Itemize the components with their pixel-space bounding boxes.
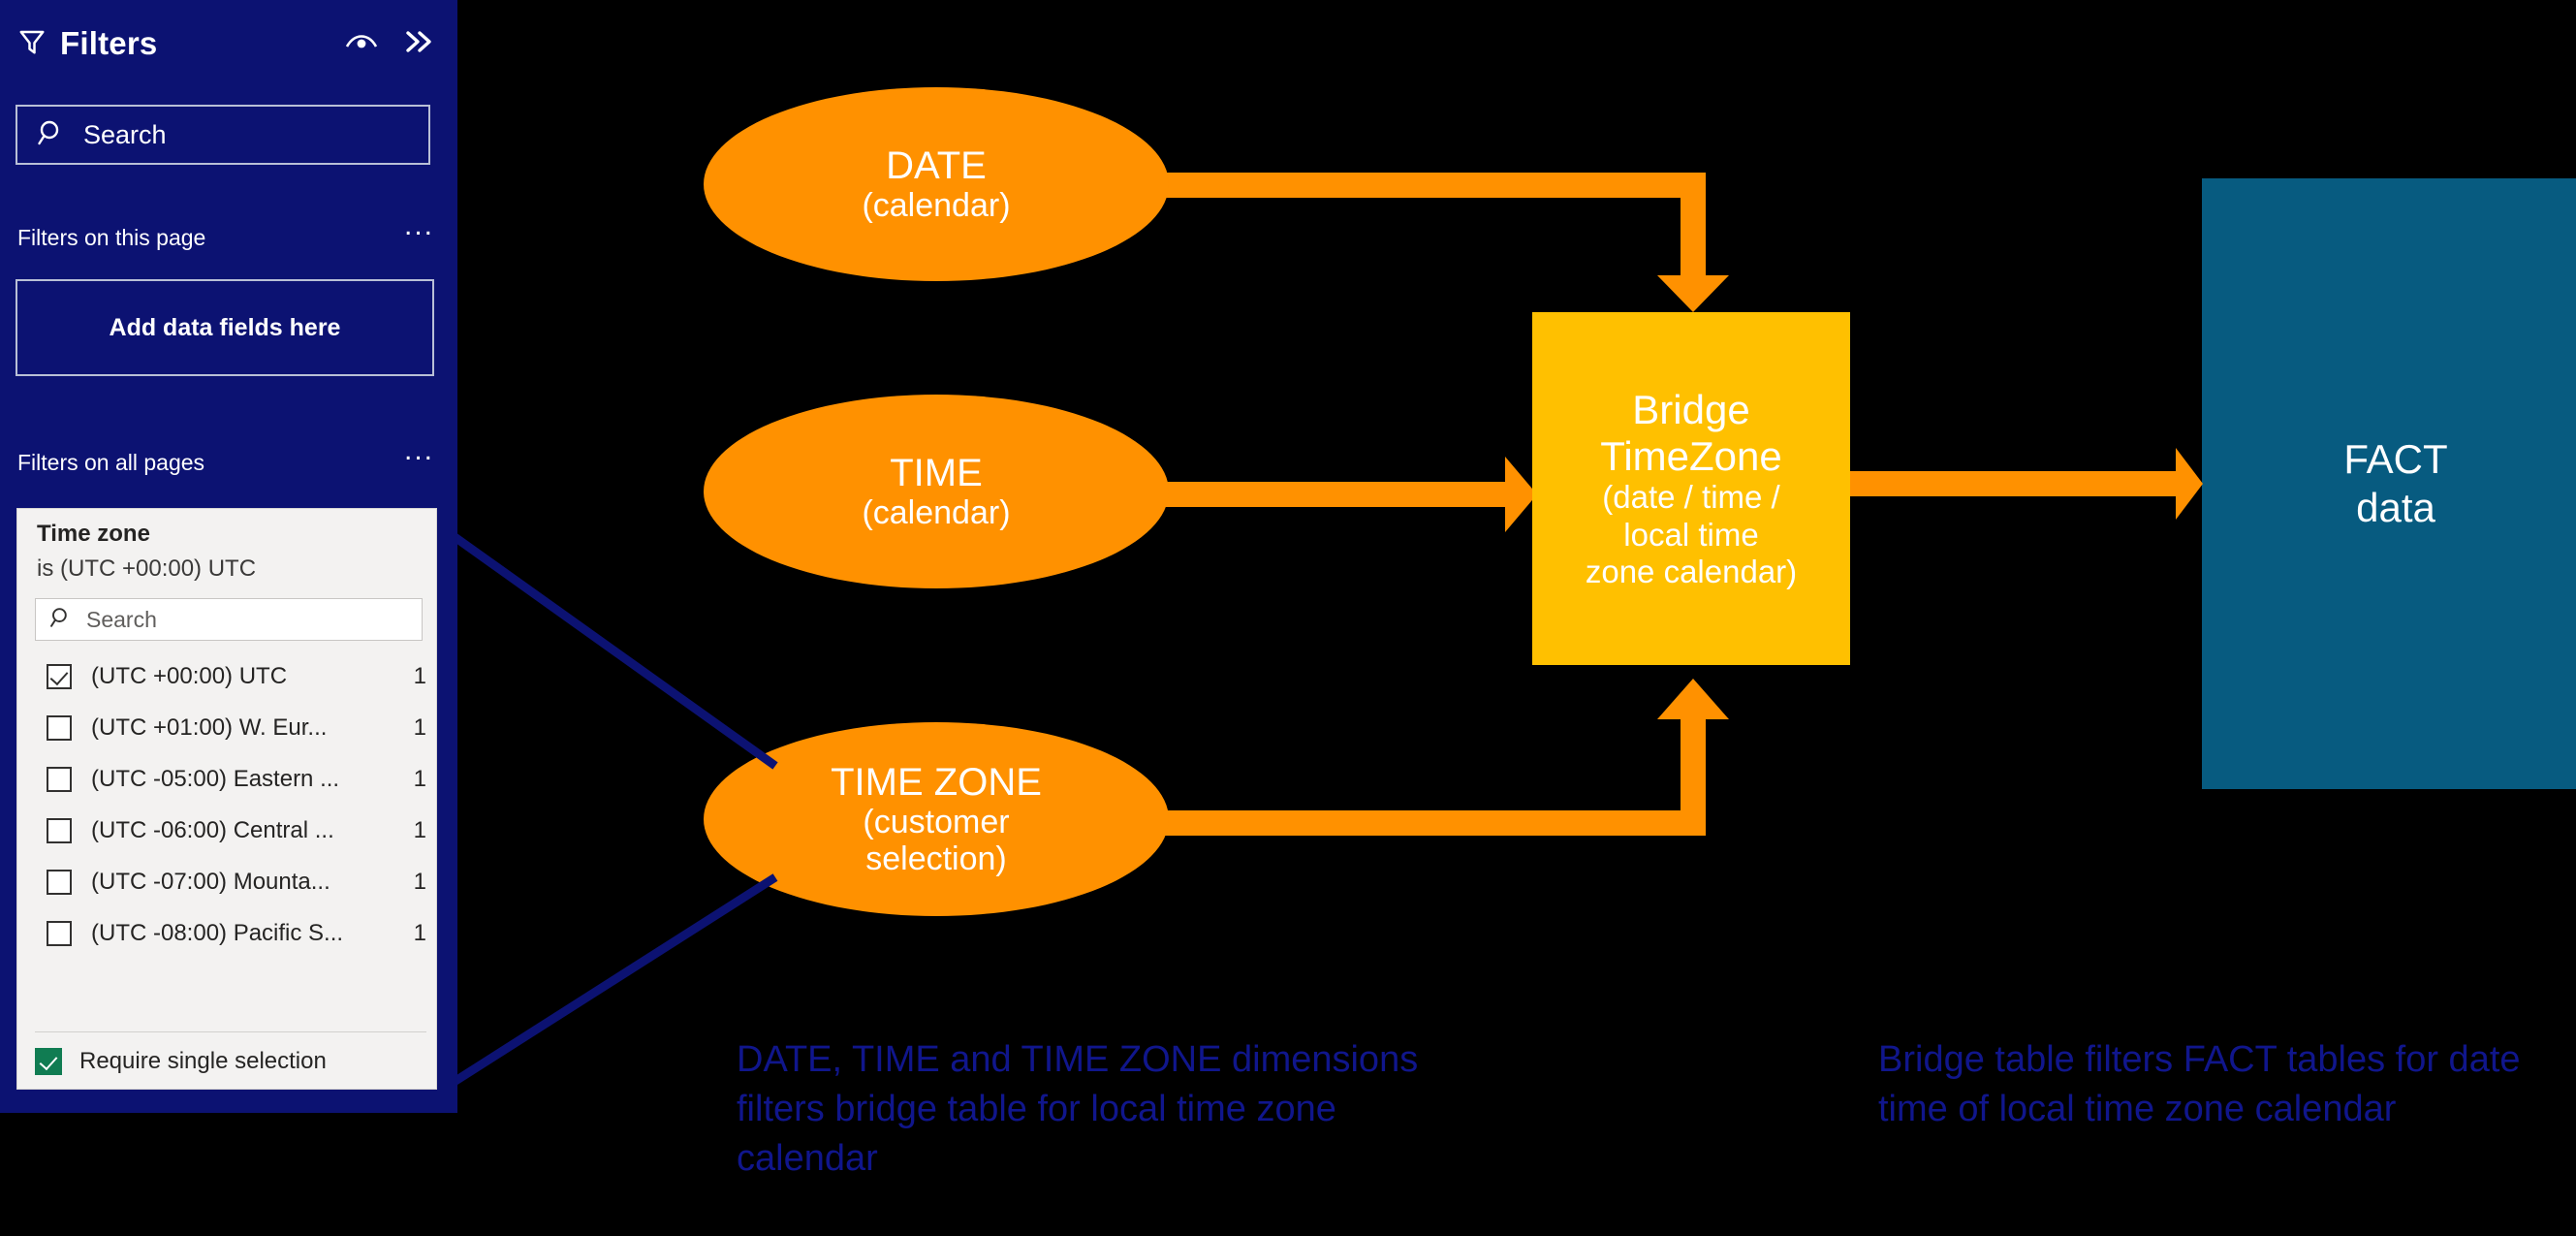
time-zone-option-count: 1 [413, 713, 426, 741]
filters-on-all-pages-label: Filters on all pages [17, 450, 205, 475]
filters-search-input[interactable]: Search [16, 105, 430, 165]
time-zone-option-checkbox[interactable] [47, 663, 72, 689]
time-zone-option-row[interactable]: (UTC +01:00) W. Eur... 1 [35, 702, 432, 753]
fact-node-title-1: FACT [2343, 436, 2448, 483]
arrow-date-to-bridge [1163, 173, 1729, 312]
time-zone-option-label: (UTC -06:00) Central ... [91, 816, 334, 843]
time-zone-node-subtitle-2: selection) [865, 840, 1007, 878]
fact-node-label: FACT data [2202, 178, 2576, 789]
bridge-node-label: Bridge TimeZone (date / time / local tim… [1532, 312, 1850, 665]
callout-line-bottom [421, 873, 778, 1105]
filters-on-this-page-label: Filters on this page [17, 225, 206, 250]
screenshot-root: DATE (calendar) TIME (calendar) TIME ZON… [0, 0, 2576, 1236]
time-zone-node-subtitle-1: (customer [863, 804, 1010, 841]
time-zone-option-label: (UTC -07:00) Mounta... [91, 868, 330, 895]
time-zone-option-checkbox[interactable] [47, 869, 72, 895]
time-zone-option-label: (UTC -08:00) Pacific S... [91, 919, 344, 946]
time-zone-option-count: 1 [413, 765, 426, 792]
search-icon [37, 118, 66, 152]
filters-pane-title: Filters [60, 25, 158, 61]
date-node-title: DATE [886, 143, 987, 187]
time-zone-option-count: 1 [413, 919, 426, 946]
double-chevron-right-icon[interactable] [403, 27, 434, 61]
time-zone-node-title: TIME ZONE [831, 760, 1042, 804]
time-zone-filter-condition: is (UTC +00:00) UTC [37, 555, 257, 582]
time-zone-option-label: (UTC -05:00) Eastern ... [91, 765, 340, 792]
date-ellipse [704, 87, 1169, 281]
time-ellipse [704, 395, 1169, 588]
filters-on-this-page-more-button[interactable]: ... [404, 211, 434, 240]
arrow-time-to-bridge [1163, 457, 1537, 532]
time-zone-option-row[interactable]: (UTC -07:00) Mounta... 1 [35, 856, 432, 907]
require-single-selection-row[interactable]: Require single selection [35, 1031, 426, 1075]
fact-node-title-2: data [2356, 485, 2435, 530]
date-node-label: DATE (calendar) [704, 87, 1169, 281]
time-zone-option-list[interactable]: (UTC +00:00) UTC 1 (UTC +01:00) W. Eur... 1… [35, 650, 432, 959]
time-zone-option-count: 1 [413, 816, 426, 843]
time-node-title: TIME [890, 451, 983, 494]
fact-data-box [2202, 178, 2576, 789]
caption-right: Bridge table filters FACT tables for dat… [1878, 1039, 2521, 1129]
time-node-subtitle: (calendar) [862, 494, 1011, 532]
require-single-selection-checkbox[interactable] [35, 1048, 62, 1075]
bridge-node-title-2: TimeZone [1600, 432, 1782, 479]
time-zone-search-placeholder: Search [86, 606, 157, 632]
date-node-subtitle: (calendar) [862, 187, 1011, 225]
filters-on-all-pages-more-button[interactable]: ... [404, 436, 434, 465]
require-single-selection-label: Require single selection [79, 1048, 327, 1074]
filters-pane-header: Filters [17, 17, 440, 70]
time-zone-search-input[interactable]: Search [35, 598, 423, 641]
eye-icon[interactable] [345, 31, 378, 57]
bridge-timezone-box [1532, 312, 1850, 665]
time-zone-option-count: 1 [413, 662, 426, 689]
time-zone-option-checkbox[interactable] [47, 766, 72, 792]
add-data-fields-dropzone[interactable]: Add data fields here [16, 279, 434, 376]
bridge-node-title-1: Bridge [1632, 386, 1750, 432]
arrow-timezone-to-bridge [1163, 679, 1729, 836]
time-zone-option-checkbox[interactable] [47, 817, 72, 843]
time-node-label: TIME (calendar) [704, 395, 1169, 588]
time-zone-option-checkbox[interactable] [47, 714, 72, 741]
time-zone-option-checkbox[interactable] [47, 920, 72, 946]
time-zone-option-count: 1 [413, 868, 426, 895]
funnel-icon [17, 27, 47, 61]
time-zone-option-row[interactable]: (UTC -06:00) Central ... 1 [35, 805, 432, 856]
time-zone-ellipse [704, 722, 1169, 916]
filters-pane: Filters Search Filters on this page ... … [0, 0, 457, 1113]
search-icon [49, 606, 73, 634]
time-zone-filter-title: Time zone [37, 521, 150, 547]
add-data-fields-label: Add data fields here [109, 313, 341, 341]
time-zone-option-row[interactable]: (UTC +00:00) UTC 1 [35, 650, 432, 702]
time-zone-option-row[interactable]: (UTC -08:00) Pacific S... 1 [35, 907, 432, 959]
arrow-bridge-to-fact [1846, 448, 2203, 520]
bridge-node-subtitle-1: (date / time / [1602, 479, 1780, 516]
bridge-node-subtitle-3: zone calendar) [1585, 554, 1798, 589]
callout-line-top [421, 511, 778, 770]
time-zone-filter-card[interactable]: Time zone is (UTC +00:00) UTC Search (UT… [16, 508, 437, 1090]
time-zone-option-row[interactable]: (UTC -05:00) Eastern ... 1 [35, 753, 432, 805]
filters-search-placeholder: Search [83, 119, 167, 149]
caption-left: DATE, TIME and TIME ZONE dimensions filt… [737, 1039, 1419, 1179]
time-zone-node-label: TIME ZONE (customer selection) [704, 722, 1169, 916]
time-zone-option-label: (UTC +01:00) W. Eur... [91, 713, 328, 741]
bridge-node-subtitle-2: local time [1623, 516, 1759, 553]
time-zone-option-label: (UTC +00:00) UTC [91, 662, 288, 689]
